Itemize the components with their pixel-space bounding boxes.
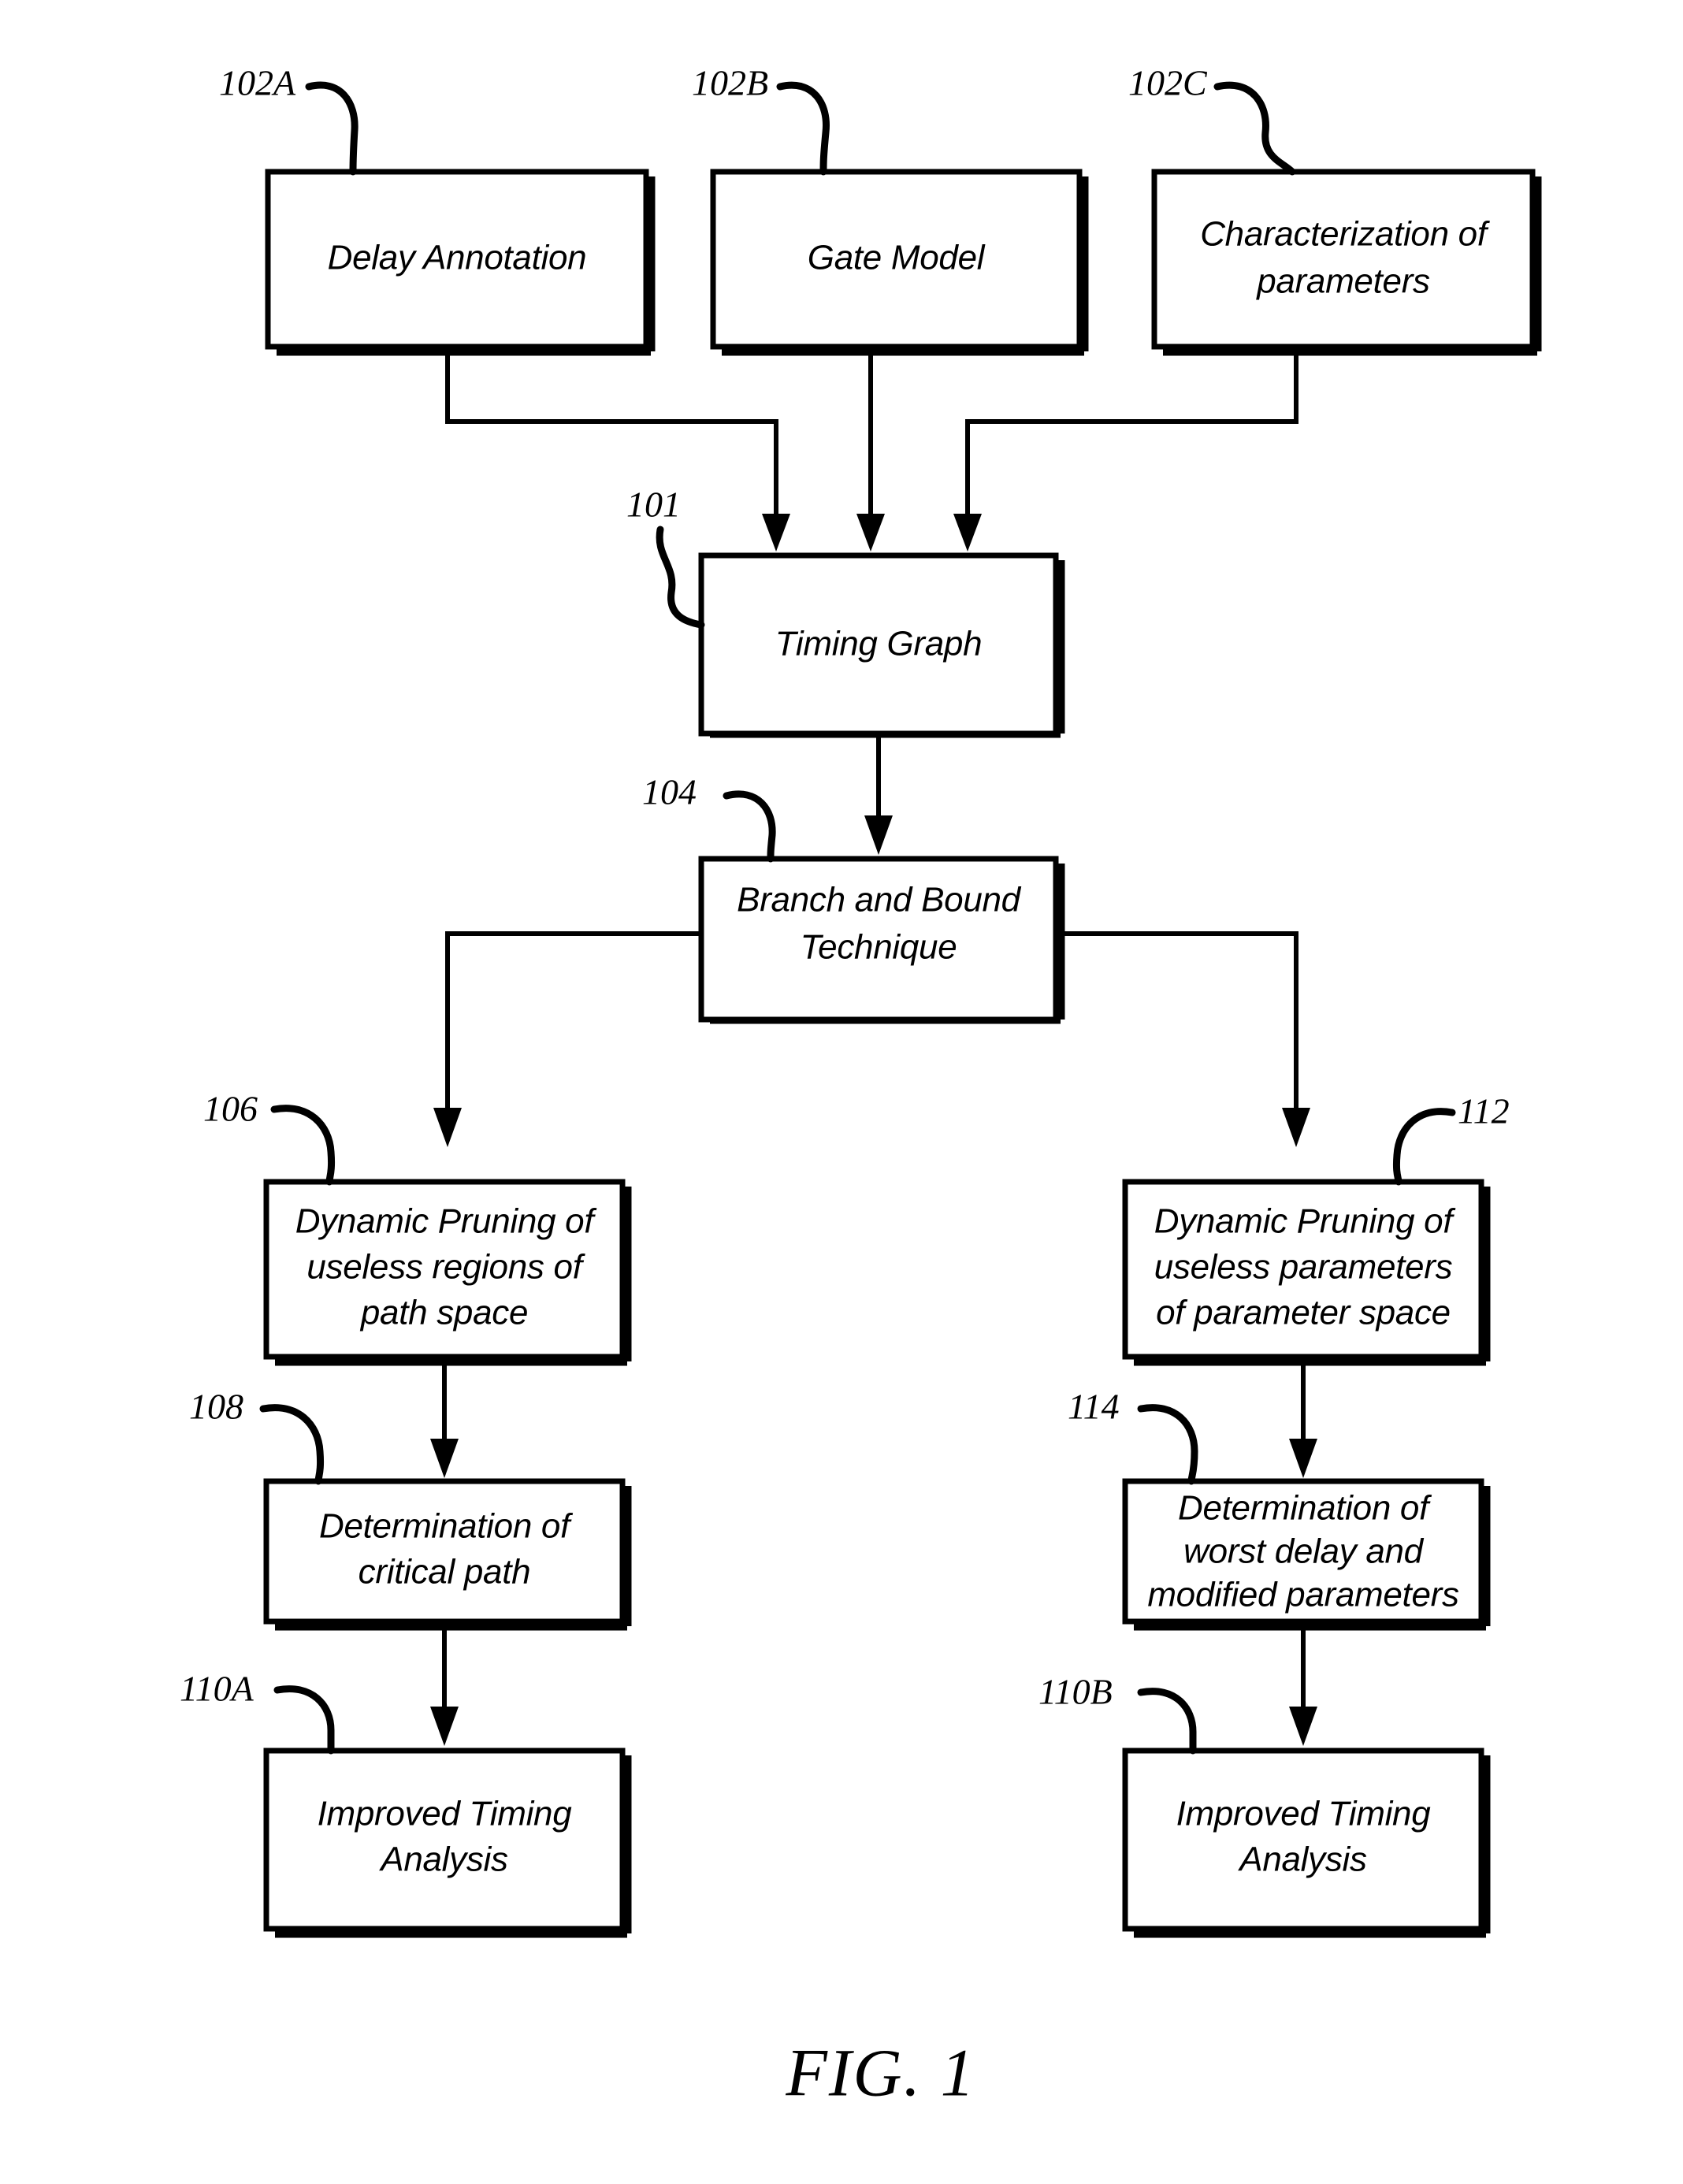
node-determination-critical-path-label-2: critical path <box>359 1553 531 1592</box>
ref-label-110A: 110A <box>180 1669 254 1709</box>
node-determination-critical-path-rect <box>263 1478 626 1625</box>
ref-102A-group: 102A <box>219 63 359 176</box>
ref-label-102B: 102B <box>692 63 768 103</box>
ref-104-group: 104 <box>642 772 776 863</box>
node-improved-timing-left[interactable]: Improved Timing Analysis <box>263 1748 632 1938</box>
node-improved-timing-right-label-2: Analysis <box>1237 1840 1367 1879</box>
ref-114-group: 114 <box>1068 1387 1198 1485</box>
ref-106-group: 106 <box>203 1089 336 1186</box>
node-characterization-rect <box>1151 169 1536 350</box>
node-gate-model[interactable]: Gate Model <box>710 169 1089 356</box>
node-dynamic-pruning-paths-label-3: path space <box>359 1294 528 1332</box>
node-characterization[interactable]: Characterization of parameters <box>1151 169 1542 356</box>
ref-108-group: 108 <box>189 1387 325 1485</box>
node-delay-annotation-label-1: Delay Annotation <box>328 239 587 277</box>
patent-figure: Delay Annotation 102A Gate Model 102B Ch… <box>0 0 1683 2184</box>
node-determination-worst-delay-label-3: modified parameters <box>1147 1576 1459 1614</box>
node-branch-and-bound-label-2: Technique <box>801 928 957 967</box>
node-improved-timing-right[interactable]: Improved Timing Analysis <box>1122 1748 1491 1938</box>
ref-110A-group: 110A <box>180 1669 335 1755</box>
ref-108-leader-line <box>259 1404 325 1485</box>
node-determination-critical-path[interactable]: Determination of critical path <box>263 1478 632 1631</box>
connector-branch-to-right <box>1056 931 1298 1119</box>
node-branch-and-bound-label-1: Branch and Bound <box>737 881 1022 919</box>
ref-label-110B: 110B <box>1038 1672 1113 1712</box>
node-improved-timing-left-label-1: Improved Timing <box>318 1795 573 1833</box>
arrowhead-branch-to-right <box>1282 1108 1310 1147</box>
ref-112-leader-line <box>1392 1108 1456 1186</box>
arrowhead-char-to-timing <box>953 514 982 552</box>
ref-106-leader-line <box>270 1105 336 1186</box>
ref-110A-leader-line <box>273 1685 335 1755</box>
ref-110B-leader-line <box>1137 1688 1197 1755</box>
ref-label-101: 101 <box>626 485 681 525</box>
node-characterization-label-2: parameters <box>1255 262 1430 301</box>
node-characterization-label-1: Characterization of <box>1200 215 1491 254</box>
node-determination-worst-delay-label-1: Determination of <box>1178 1489 1432 1528</box>
node-improved-timing-right-label-1: Improved Timing <box>1176 1795 1432 1833</box>
ref-114-leader-line <box>1137 1404 1198 1485</box>
arrowhead-determination-to-improved-left <box>430 1707 459 1746</box>
connector-branch-to-left <box>445 931 701 1119</box>
node-delay-annotation[interactable]: Delay Annotation <box>265 169 656 356</box>
node-dynamic-pruning-paths[interactable]: Dynamic Pruning of useless regions of pa… <box>263 1179 632 1366</box>
node-dynamic-pruning-paths-label-1: Dynamic Pruning of <box>295 1202 598 1241</box>
ref-label-102A: 102A <box>219 63 296 103</box>
ref-label-106: 106 <box>203 1089 258 1129</box>
arrowhead-gate-to-timing <box>856 514 885 552</box>
ref-label-102C: 102C <box>1128 63 1208 103</box>
ref-110B-group: 110B <box>1038 1672 1197 1755</box>
ref-102A-leader-line <box>305 81 359 176</box>
ref-label-104: 104 <box>642 772 697 812</box>
ref-102B-group: 102B <box>692 63 830 176</box>
ref-102B-leader-line <box>776 81 830 176</box>
ref-102C-leader-line <box>1213 81 1296 176</box>
node-gate-model-label-1: Gate Model <box>808 239 986 277</box>
connector-delay-to-timing <box>445 347 778 525</box>
node-timing-graph[interactable]: Timing Graph <box>698 552 1065 738</box>
ref-102C-group: 102C <box>1128 63 1296 176</box>
node-branch-and-bound[interactable]: Branch and Bound Technique <box>698 856 1065 1024</box>
node-dynamic-pruning-params-label-2: useless parameters <box>1154 1248 1453 1287</box>
flowchart-canvas: Delay Annotation 102A Gate Model 102B Ch… <box>180 63 1542 2111</box>
ref-label-114: 114 <box>1068 1387 1120 1427</box>
connector-char-to-timing <box>965 347 1298 525</box>
ref-101-group: 101 <box>626 485 705 629</box>
node-timing-graph-label-1: Timing Graph <box>775 625 983 663</box>
arrowhead-branch-to-left <box>433 1108 462 1147</box>
node-determination-worst-delay-label-2: worst delay and <box>1183 1532 1425 1571</box>
arrowhead-delay-to-timing <box>762 514 790 552</box>
ref-112-group: 112 <box>1392 1091 1510 1186</box>
arrowhead-pruning-to-determination-right <box>1289 1439 1317 1478</box>
node-determination-worst-delay[interactable]: Determination of worst delay and modifie… <box>1122 1478 1491 1631</box>
arrowhead-determination-to-improved-right <box>1289 1707 1317 1746</box>
ref-104-leader-line <box>723 790 776 863</box>
node-dynamic-pruning-paths-label-2: useless regions of <box>307 1248 585 1287</box>
node-dynamic-pruning-params[interactable]: Dynamic Pruning of useless parameters of… <box>1122 1179 1491 1366</box>
node-dynamic-pruning-params-label-1: Dynamic Pruning of <box>1154 1202 1457 1241</box>
ref-label-108: 108 <box>189 1387 243 1427</box>
figure-caption: FIG. 1 <box>785 2035 975 2111</box>
arrowhead-pruning-to-determination-left <box>430 1439 459 1478</box>
node-determination-critical-path-label-1: Determination of <box>319 1507 574 1546</box>
node-improved-timing-left-label-2: Analysis <box>378 1840 508 1879</box>
arrowhead-timing-to-branch <box>864 815 893 855</box>
node-dynamic-pruning-params-label-3: of parameter space <box>1156 1294 1451 1332</box>
ref-101-leader-line <box>656 526 705 629</box>
ref-label-112: 112 <box>1458 1091 1510 1131</box>
